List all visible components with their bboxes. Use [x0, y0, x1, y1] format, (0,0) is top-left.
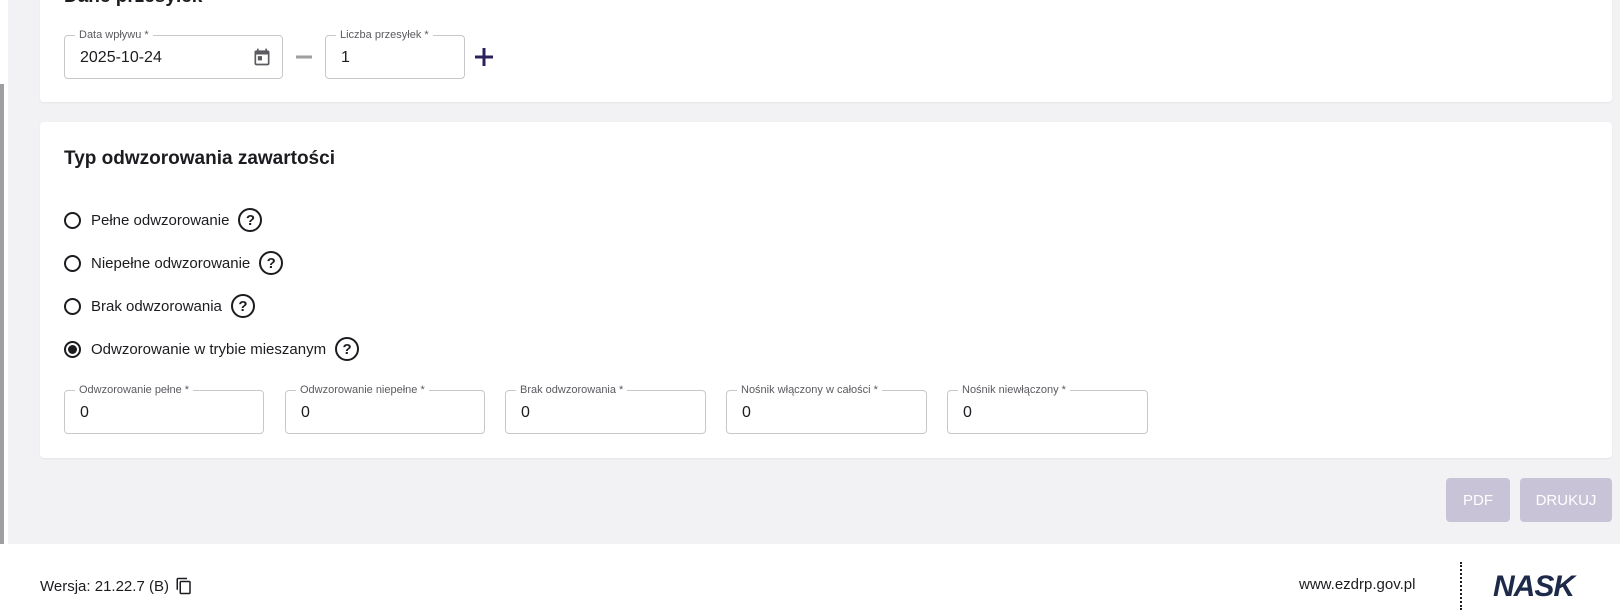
version-text: Wersja: 21.22.7 (B)	[40, 577, 169, 595]
full-mapping-field[interactable]: Odwzorowanie pełne * 0	[64, 383, 264, 434]
footer-divider	[1460, 562, 1462, 610]
section-title: Dane przesyłek	[64, 0, 202, 8]
radio-label: Odwzorowanie w trybie mieszanym	[91, 340, 327, 358]
nask-logo: NASK	[1493, 570, 1575, 603]
copy-icon[interactable]	[175, 576, 193, 596]
decrement-button[interactable]	[292, 45, 316, 69]
field-value: 0	[80, 404, 89, 421]
site-link[interactable]: www.ezdrp.gov.pl	[1299, 576, 1415, 593]
footer: Wersja: 21.22.7 (B) www.ezdrp.gov.pl NAS…	[8, 544, 1620, 610]
left-rail	[0, 0, 8, 610]
radio-button[interactable]	[64, 297, 81, 315]
version-info: Wersja: 21.22.7 (B)	[40, 576, 193, 596]
count-field[interactable]: Liczba przesyłek * 1	[325, 28, 465, 79]
field-label: Odwzorowanie niepełne *	[296, 383, 429, 397]
count-field-value: 1	[341, 49, 350, 66]
radio-option-full[interactable]: Pełne odwzorowanie ?	[64, 206, 263, 234]
date-field-value: 2025-10-24	[80, 49, 162, 66]
help-icon[interactable]: ?	[335, 337, 360, 361]
field-value: 0	[742, 404, 751, 421]
field-label: Nośnik niewłączony *	[958, 383, 1070, 397]
radio-option-mixed[interactable]: Odwzorowanie w trybie mieszanym ?	[64, 335, 360, 363]
field-label: Brak odwzorowania *	[516, 383, 628, 397]
card-title: Typ odwzorowania zawartości	[64, 148, 335, 169]
media-excluded-field[interactable]: Nośnik niewłączony * 0	[947, 383, 1148, 434]
plus-icon	[475, 48, 493, 66]
no-mapping-field[interactable]: Brak odwzorowania * 0	[505, 383, 706, 434]
field-value: 0	[963, 404, 972, 421]
print-button[interactable]: DRUKUJ	[1520, 478, 1612, 522]
radio-label: Pełne odwzorowanie	[91, 211, 230, 229]
help-icon[interactable]: ?	[259, 251, 284, 275]
calendar-icon[interactable]	[252, 47, 272, 67]
help-icon[interactable]: ?	[230, 294, 255, 318]
field-label: Nośnik włączony w całości *	[737, 383, 882, 397]
radio-label: Niepełne odwzorowanie	[91, 254, 251, 272]
pdf-button[interactable]: PDF	[1446, 478, 1510, 522]
partial-mapping-field[interactable]: Odwzorowanie niepełne * 0	[285, 383, 485, 434]
radio-option-none[interactable]: Brak odwzorowania ?	[64, 292, 255, 320]
radio-button[interactable]	[64, 211, 81, 229]
radio-button-selected[interactable]	[64, 340, 81, 358]
field-label: Odwzorowanie pełne *	[75, 383, 194, 397]
radio-label: Brak odwzorowania	[91, 297, 222, 315]
date-field[interactable]: Data wpływu * 2025-10-24	[64, 28, 283, 79]
count-field-label: Liczba przesyłek *	[336, 28, 433, 42]
scrollbar[interactable]	[0, 84, 4, 544]
media-included-field[interactable]: Nośnik włączony w całości * 0	[726, 383, 927, 434]
field-value: 0	[301, 404, 310, 421]
shipment-data-card: Dane przesyłek Data wpływu * 2025-10-24 …	[40, 0, 1612, 102]
increment-button[interactable]	[472, 45, 496, 69]
radio-option-partial[interactable]: Niepełne odwzorowanie ?	[64, 249, 284, 277]
mapping-type-card: Typ odwzorowania zawartości Pełne odwzor…	[40, 122, 1612, 458]
minus-icon	[296, 55, 312, 59]
date-field-label: Data wpływu *	[75, 28, 153, 42]
field-value: 0	[521, 404, 530, 421]
help-icon[interactable]: ?	[238, 208, 263, 232]
radio-button[interactable]	[64, 254, 81, 272]
radio-dot	[68, 344, 77, 354]
